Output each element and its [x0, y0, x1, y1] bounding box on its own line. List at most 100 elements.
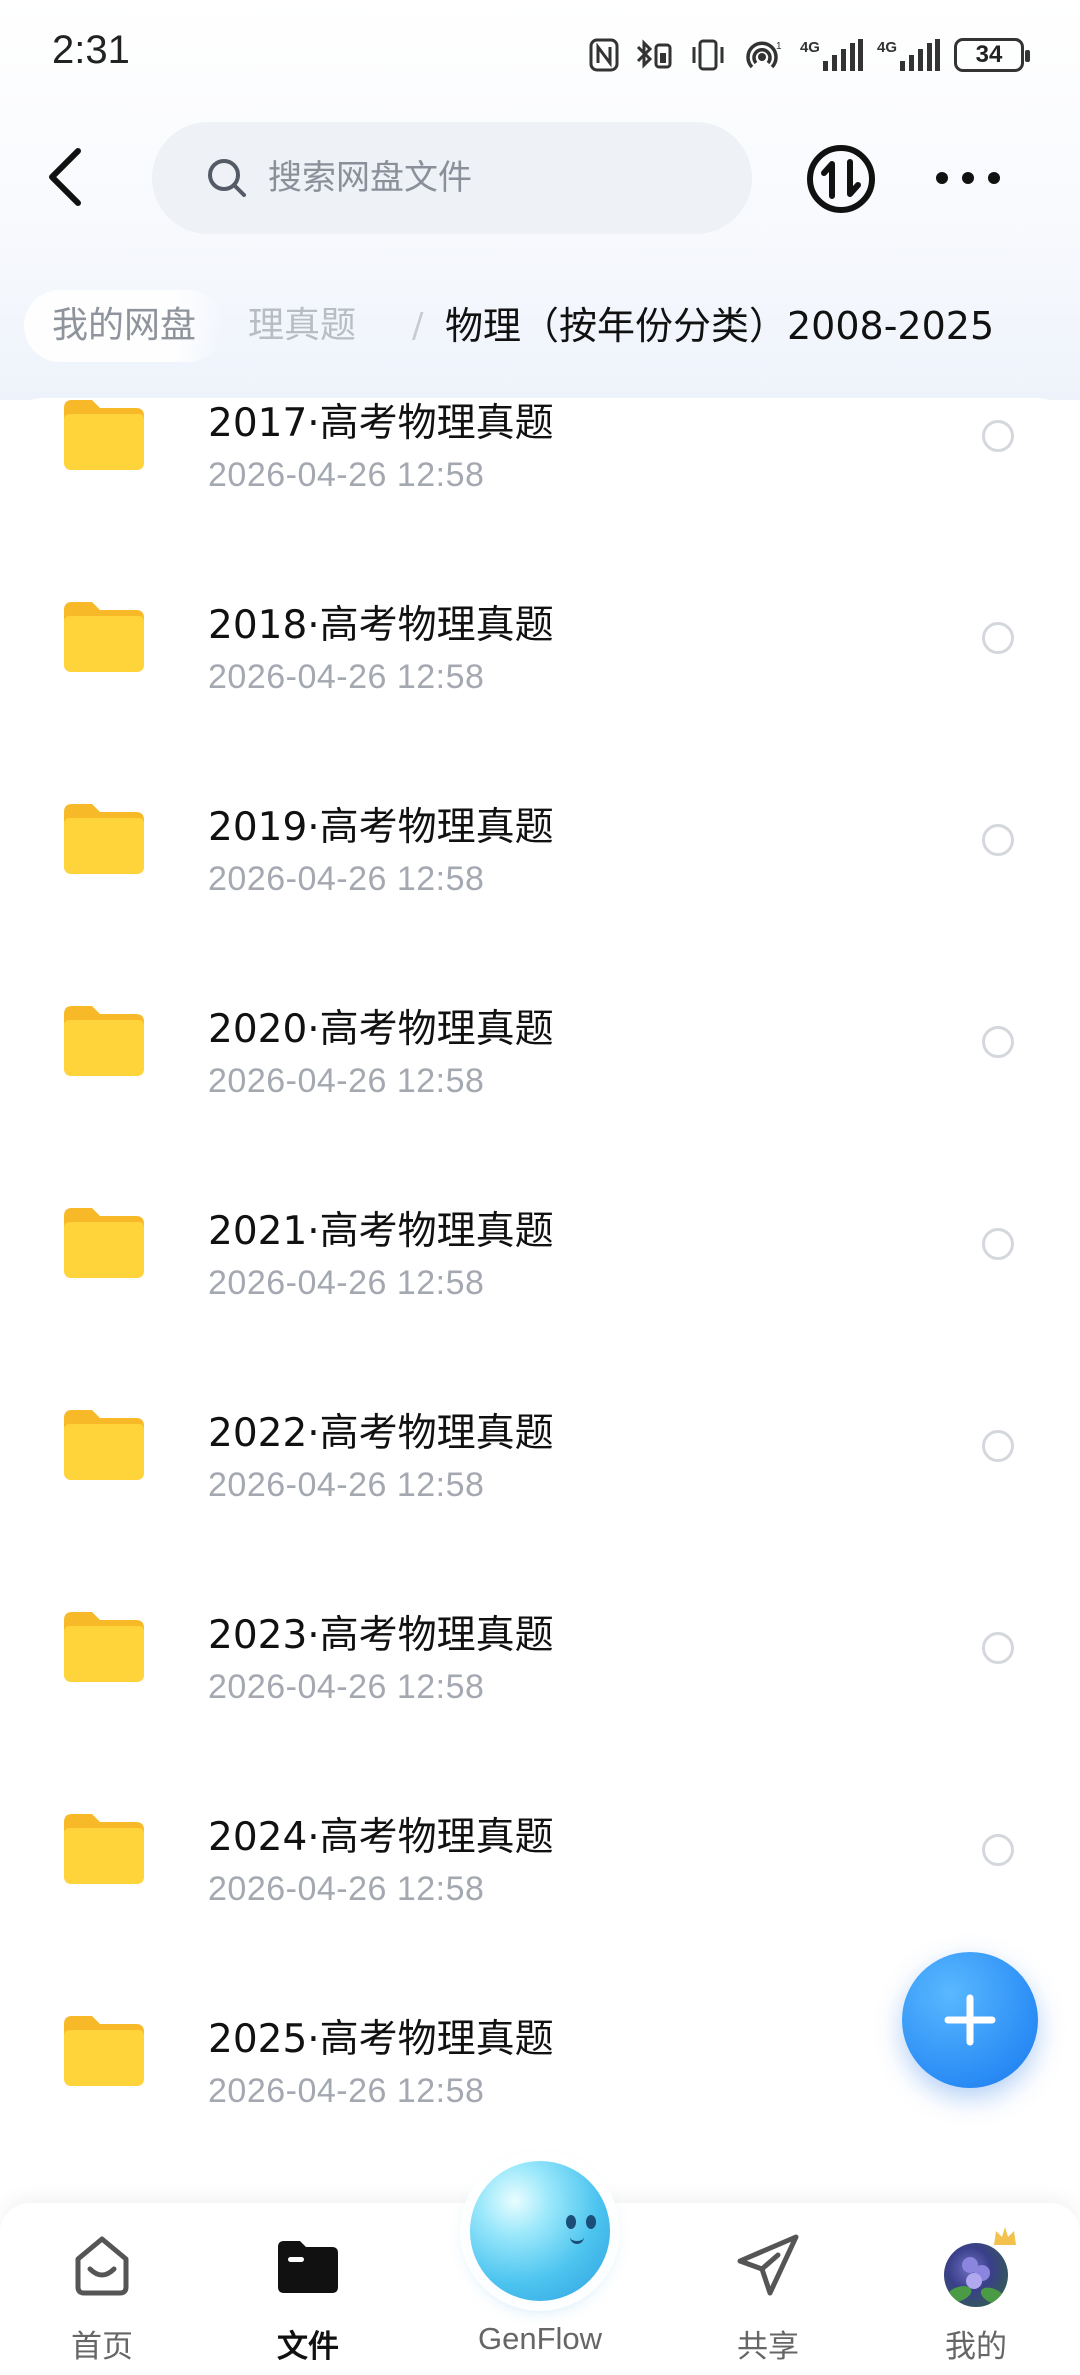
select-checkbox[interactable] — [982, 622, 1014, 654]
send-share-icon — [737, 2234, 799, 2296]
sort-button[interactable] — [806, 144, 876, 214]
file-name: 2020·高考物理真题 — [208, 1007, 554, 1052]
vibrate-icon — [692, 39, 724, 71]
cell-signal-2: 4G — [877, 39, 940, 71]
file-list[interactable]: 2017·高考物理真题 2026-04-26 12:58 2018·高考物理真题 20… — [0, 398, 1080, 2203]
nav-me[interactable]: 我的 — [876, 2203, 1076, 2375]
nav-me-label: 我的 — [945, 2329, 1007, 2365]
add-button[interactable] — [902, 1952, 1038, 2088]
select-checkbox[interactable] — [982, 1632, 1014, 1664]
breadcrumb: 理真题 我的网盘 / 物理（按年份分类）2008-2025 — [0, 290, 1080, 362]
avatar-leaf — [978, 2284, 1008, 2307]
folder-icon — [64, 1612, 144, 1682]
avatar-petal — [966, 2273, 982, 2289]
search-input[interactable] — [268, 158, 668, 198]
folder-icon — [64, 1410, 144, 1480]
file-row[interactable]: 2021·高考物理真题 2026-04-26 12:58 — [0, 1138, 1080, 1340]
bottom-nav: 首页 文件 GenFlow 共享 我的 — [0, 2161, 1080, 2375]
file-row[interactable]: 2017·高考物理真题 2026-04-26 12:58 — [0, 398, 1080, 532]
file-date: 2026-04-26 12:58 — [208, 1264, 485, 1302]
file-date: 2026-04-26 12:58 — [208, 1668, 485, 1706]
status-icons: 1 4G 4G 34 — [588, 30, 1030, 80]
file-date: 2026-04-26 12:58 — [208, 2072, 485, 2110]
more-icon-dot — [936, 172, 948, 184]
file-date: 2026-04-26 12:58 — [208, 658, 485, 696]
file-date: 2026-04-26 12:58 — [208, 1062, 485, 1100]
mascot-eye — [586, 2215, 596, 2229]
file-row[interactable]: 2020·高考物理真题 2026-04-26 12:58 — [0, 936, 1080, 1138]
more-button[interactable] — [936, 160, 1000, 196]
home-icon — [75, 2236, 129, 2296]
search-bar[interactable] — [152, 122, 752, 234]
nav-home[interactable]: 首页 — [2, 2203, 202, 2375]
breadcrumb-root[interactable]: 我的网盘 — [24, 290, 225, 362]
file-row[interactable]: 2019·高考物理真题 2026-04-26 12:58 — [0, 734, 1080, 936]
more-icon-dot — [962, 172, 974, 184]
folder-icon — [64, 804, 144, 874]
back-chevron-icon — [49, 148, 81, 206]
crown-icon — [994, 2227, 1016, 2245]
signal-label-2: 4G — [876, 39, 897, 56]
file-name: 2019·高考物理真题 — [208, 805, 554, 850]
nav-files-label: 文件 — [277, 2329, 339, 2365]
nav-share-label: 共享 — [737, 2329, 799, 2365]
file-row[interactable]: 2024·高考物理真题 2026-04-26 12:58 — [0, 1744, 1080, 1946]
file-row[interactable]: 2018·高考物理真题 2026-04-26 12:58 — [0, 532, 1080, 734]
file-name: 2025·高考物理真题 — [208, 2017, 554, 2062]
svg-text:1: 1 — [776, 41, 782, 52]
file-date: 2026-04-26 12:58 — [208, 1870, 485, 1908]
status-time: 2:31 — [52, 28, 130, 72]
file-date: 2026-04-26 12:58 — [208, 1466, 485, 1504]
select-checkbox[interactable] — [982, 1228, 1014, 1260]
cell-signal-1: 4G — [800, 39, 863, 71]
folder-icon — [64, 602, 144, 672]
avatar — [944, 2243, 1008, 2307]
nav-genflow[interactable]: GenFlow — [440, 2161, 640, 2375]
search-icon — [208, 159, 246, 197]
file-items: 2017·高考物理真题 2026-04-26 12:58 2018·高考物理真题 20… — [0, 398, 1080, 2148]
select-checkbox[interactable] — [982, 420, 1014, 452]
breadcrumb-current: 物理（按年份分类）2008-2025 — [445, 304, 995, 348]
mascot-eye — [566, 2215, 576, 2229]
file-row[interactable]: 2022·高考物理真题 2026-04-26 12:58 — [0, 1340, 1080, 1542]
select-checkbox[interactable] — [982, 1430, 1014, 1462]
select-checkbox[interactable] — [982, 1834, 1014, 1866]
select-checkbox[interactable] — [982, 1026, 1014, 1058]
genflow-mascot-icon — [470, 2161, 610, 2301]
folder-icon — [64, 400, 144, 470]
file-name: 2024·高考物理真题 — [208, 1815, 554, 1860]
sort-icon — [807, 145, 875, 213]
nav-home-label: 首页 — [71, 2329, 133, 2365]
folder-icon — [64, 2016, 144, 2086]
app-screen: 2:31 1 4G 4G 34 搜索网盘文件 理真题 我的网盘 / 物理（按年份… — [0, 0, 1080, 2375]
folder-filled-icon — [278, 2241, 338, 2293]
nav-share[interactable]: 共享 — [668, 2203, 868, 2375]
breadcrumb-parent[interactable]: 理真题 — [248, 290, 356, 362]
hotspot-icon: 1 — [746, 41, 782, 69]
file-date: 2026-04-26 12:58 — [208, 456, 485, 494]
signal-label-1: 4G — [799, 39, 820, 56]
signal-bars-icon — [822, 39, 863, 71]
more-icon-dot — [988, 172, 1000, 184]
file-name: 2023·高考物理真题 — [208, 1613, 554, 1658]
nfc-icon — [589, 38, 619, 72]
file-name: 2017·高考物理真题 — [208, 401, 554, 446]
bluetooth-battery-icon — [636, 39, 672, 69]
mascot-mouth — [570, 2237, 584, 2244]
signal-bars-icon — [900, 39, 940, 71]
file-row[interactable]: 2023·高考物理真题 2026-04-26 12:58 — [0, 1542, 1080, 1744]
file-name: 2018·高考物理真题 — [208, 603, 554, 648]
status-bar: 2:31 1 4G 4G 34 — [0, 0, 1080, 100]
select-checkbox[interactable] — [982, 824, 1014, 856]
file-name: 2022·高考物理真题 — [208, 1411, 554, 1456]
folder-icon — [64, 1006, 144, 1076]
folder-icon — [64, 1814, 144, 1884]
plus-icon — [944, 1994, 996, 2046]
nav-genflow-label: GenFlow — [477, 2321, 603, 2356]
back-button[interactable] — [38, 142, 94, 212]
file-date: 2026-04-26 12:58 — [208, 860, 485, 898]
battery-indicator: 34 — [954, 38, 1030, 72]
breadcrumb-separator: / — [412, 306, 424, 346]
folder-icon — [64, 1208, 144, 1278]
nav-files[interactable]: 文件 — [208, 2203, 408, 2375]
